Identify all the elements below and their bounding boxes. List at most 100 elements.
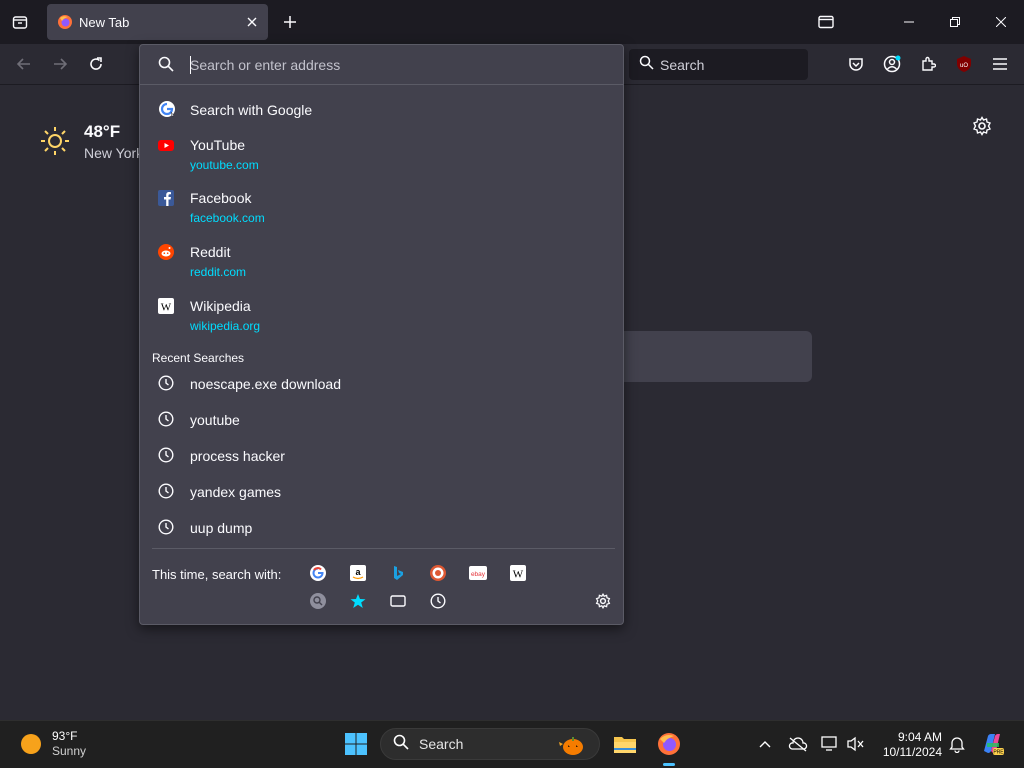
- suggestion-url: facebook.com: [190, 211, 265, 225]
- minimize-button[interactable]: [886, 0, 932, 44]
- recent-search-label: uup dump: [190, 520, 253, 536]
- chevron-up-icon[interactable]: [750, 729, 780, 759]
- search-icon: [393, 734, 409, 755]
- svg-text:ebay: ebay: [471, 571, 486, 578]
- volume-muted-icon[interactable]: [841, 729, 871, 759]
- menu-icon[interactable]: [986, 50, 1014, 78]
- amazon-icon[interactable]: a: [348, 563, 368, 583]
- suggestion-label: YouTube: [190, 137, 246, 153]
- reload-icon[interactable]: [82, 50, 110, 78]
- recent-search-label: yandex games: [190, 484, 282, 500]
- weather-widget[interactable]: 48°F New York: [40, 122, 143, 161]
- facebook-icon: [158, 190, 174, 206]
- recent-search-item[interactable]: youtube: [148, 407, 615, 431]
- tabs-icon[interactable]: [388, 591, 408, 611]
- close-tab-icon[interactable]: [244, 14, 260, 30]
- suggestion-facebook[interactable]: Facebook facebook.com: [148, 186, 615, 230]
- suggestion-youtube[interactable]: YouTube youtube.com: [148, 133, 615, 177]
- suggestion-search-with-google[interactable]: Search with Google: [148, 95, 615, 123]
- search-icon: [639, 55, 654, 75]
- suggestion-label: Search with Google: [190, 102, 313, 118]
- google-icon: [158, 100, 175, 117]
- file-explorer-icon[interactable]: [610, 729, 640, 759]
- taskbar-search-box[interactable]: Search: [380, 728, 600, 760]
- wikipedia-icon[interactable]: W: [508, 563, 528, 583]
- notifications-bell-icon[interactable]: [942, 729, 972, 759]
- account-icon[interactable]: [878, 50, 906, 78]
- toolbar-search-box[interactable]: Search: [629, 49, 808, 80]
- close-window-button[interactable]: [978, 0, 1024, 44]
- url-input[interactable]: [190, 53, 610, 77]
- weather-temperature: 48°F: [84, 122, 121, 141]
- recent-search-item[interactable]: yandex games: [148, 479, 615, 503]
- svg-text:uO: uO: [960, 63, 968, 69]
- svg-text:PRE: PRE: [993, 750, 1004, 756]
- windows-start-icon[interactable]: [341, 729, 371, 759]
- back-icon[interactable]: [10, 50, 38, 78]
- history-clock-icon: [158, 519, 174, 535]
- history-clock-icon: [158, 411, 174, 427]
- firefox-view-icon[interactable]: [6, 8, 34, 36]
- toolbar-search-placeholder: Search: [660, 56, 705, 73]
- firefox-taskbar-icon[interactable]: [654, 729, 684, 766]
- pumpkin-icon: [559, 734, 585, 761]
- search-settings-gear-icon[interactable]: [593, 591, 613, 611]
- recent-search-label: noescape.exe download: [190, 376, 342, 392]
- reddit-icon: [158, 244, 174, 260]
- clock-time: 9:04 AM: [897, 730, 942, 744]
- suggestion-wikipedia[interactable]: W Wikipedia wikipedia.org: [148, 294, 615, 338]
- recent-search-item[interactable]: process hacker: [148, 443, 615, 467]
- suggestion-label: Wikipedia: [190, 298, 251, 314]
- search-tabs-icon[interactable]: [308, 591, 328, 611]
- recent-searches-heading: Recent Searches: [152, 351, 245, 365]
- taskbar-weather-desc: Sunny: [52, 744, 87, 758]
- ebay-icon[interactable]: ebay: [468, 563, 488, 583]
- history-clock-icon: [158, 483, 174, 499]
- google-icon[interactable]: [308, 563, 328, 583]
- urlbar-dropdown: Search with Google YouTube youtube.com F…: [139, 44, 624, 625]
- weather-location: New York: [84, 145, 144, 161]
- bookmarks-icon[interactable]: [348, 591, 368, 611]
- forward-icon[interactable]: [46, 50, 74, 78]
- history-icon[interactable]: [428, 591, 448, 611]
- wikipedia-icon: W: [158, 298, 174, 314]
- onedrive-offline-icon[interactable]: [783, 729, 813, 759]
- suggestion-url: wikipedia.org: [190, 319, 261, 333]
- new-tab-button[interactable]: [278, 8, 302, 36]
- taskbar-weather-temp: 93°F: [52, 729, 78, 743]
- active-app-indicator: [663, 763, 675, 766]
- restore-button[interactable]: [932, 0, 978, 44]
- youtube-icon: [158, 137, 174, 153]
- tab-groups-icon[interactable]: [803, 0, 849, 44]
- taskbar: 93°F Sunny Search 9:04 AM 10/11/2024 PRE: [0, 720, 1024, 768]
- urlbar[interactable]: [140, 45, 623, 85]
- personalize-gear-icon[interactable]: [972, 116, 994, 138]
- svg-text:W: W: [513, 569, 524, 581]
- taskbar-search-label: Search: [419, 736, 464, 752]
- bing-icon[interactable]: [388, 563, 408, 583]
- extensions-icon[interactable]: [914, 50, 942, 78]
- suggestion-label: Reddit: [190, 244, 231, 260]
- taskbar-clock[interactable]: 9:04 AM 10/11/2024: [872, 730, 942, 760]
- recent-search-item[interactable]: uup dump: [148, 515, 615, 539]
- divider: [152, 548, 615, 549]
- page-search-box[interactable]: [600, 331, 812, 382]
- ublock-origin-icon[interactable]: uO: [950, 50, 978, 78]
- tab-title: New Tab: [79, 14, 130, 30]
- recent-search-item[interactable]: noescape.exe download: [148, 371, 615, 395]
- firefox-icon: [57, 14, 73, 30]
- pocket-icon[interactable]: [842, 50, 870, 78]
- duckduckgo-icon[interactable]: [428, 563, 448, 583]
- copilot-icon[interactable]: PRE: [977, 729, 1007, 759]
- recent-search-label: process hacker: [190, 448, 285, 464]
- recent-search-label: youtube: [190, 412, 240, 428]
- history-clock-icon: [158, 447, 174, 463]
- suggestion-label: Facebook: [190, 190, 252, 206]
- suggestion-url: reddit.com: [190, 265, 247, 279]
- history-clock-icon: [158, 375, 174, 391]
- sun-icon: [20, 733, 42, 760]
- sun-icon: [40, 126, 70, 161]
- suggestion-reddit[interactable]: Reddit reddit.com: [148, 240, 615, 284]
- taskbar-weather[interactable]: 93°F Sunny: [20, 729, 86, 760]
- tab-new-tab[interactable]: New Tab: [47, 4, 268, 40]
